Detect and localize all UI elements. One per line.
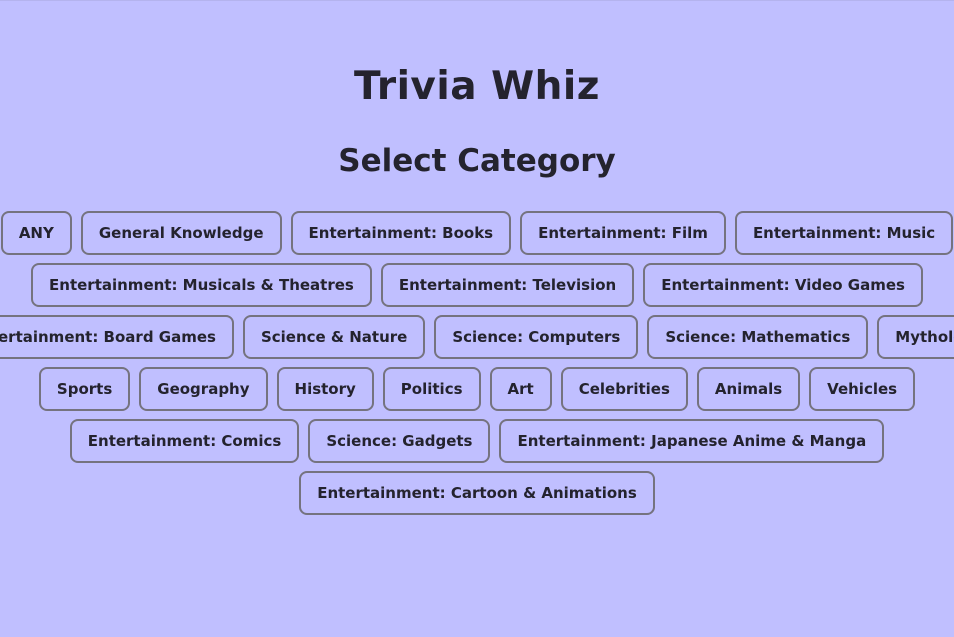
category-button-vehicles[interactable]: Vehicles: [809, 367, 916, 411]
category-button-entertainment-film[interactable]: Entertainment: Film: [520, 211, 726, 255]
category-button-entertainment-books[interactable]: Entertainment: Books: [290, 211, 512, 255]
select-category-heading: Select Category: [338, 143, 616, 179]
category-row: Entertainment: Cartoon & Animations: [0, 471, 954, 515]
app-title: Trivia Whiz: [354, 64, 600, 109]
category-button-entertainment-cartoon-animations[interactable]: Entertainment: Cartoon & Animations: [299, 471, 655, 515]
category-button-science-nature[interactable]: Science & Nature: [242, 315, 426, 359]
category-button-entertainment-musicals-theatres[interactable]: Entertainment: Musicals & Theatres: [31, 263, 372, 307]
category-row: Entertainment: Comics Science: Gadgets E…: [0, 419, 954, 463]
category-button-geography[interactable]: Geography: [139, 367, 268, 411]
category-button-celebrities[interactable]: Celebrities: [560, 367, 688, 411]
category-row: Entertainment: Musicals & Theatres Enter…: [0, 263, 954, 307]
category-list: ANY General Knowledge Entertainment: Boo…: [0, 211, 954, 523]
category-button-any[interactable]: ANY: [0, 211, 72, 255]
category-button-mythology[interactable]: Mythology: [877, 315, 954, 359]
category-button-entertainment-japanese-anime-manga[interactable]: Entertainment: Japanese Anime & Manga: [499, 419, 885, 463]
category-button-sports[interactable]: Sports: [38, 367, 131, 411]
category-button-entertainment-board-games[interactable]: Entertainment: Board Games: [0, 315, 234, 359]
category-button-entertainment-video-games[interactable]: Entertainment: Video Games: [643, 263, 923, 307]
category-row: Entertainment: Board Games Science & Nat…: [0, 315, 954, 359]
category-row: Sports Geography History Politics Art Ce…: [0, 367, 954, 411]
category-button-politics[interactable]: Politics: [382, 367, 481, 411]
category-button-general-knowledge[interactable]: General Knowledge: [80, 211, 282, 255]
category-button-history[interactable]: History: [276, 367, 374, 411]
category-button-science-computers[interactable]: Science: Computers: [434, 315, 639, 359]
category-button-animals[interactable]: Animals: [696, 367, 801, 411]
category-row: ANY General Knowledge Entertainment: Boo…: [0, 211, 954, 255]
category-button-art[interactable]: Art: [489, 367, 552, 411]
category-button-entertainment-music[interactable]: Entertainment: Music: [734, 211, 954, 255]
category-button-science-gadgets[interactable]: Science: Gadgets: [308, 419, 491, 463]
category-button-entertainment-television[interactable]: Entertainment: Television: [380, 263, 635, 307]
category-button-science-mathematics[interactable]: Science: Mathematics: [647, 315, 869, 359]
category-button-entertainment-comics[interactable]: Entertainment: Comics: [69, 419, 300, 463]
